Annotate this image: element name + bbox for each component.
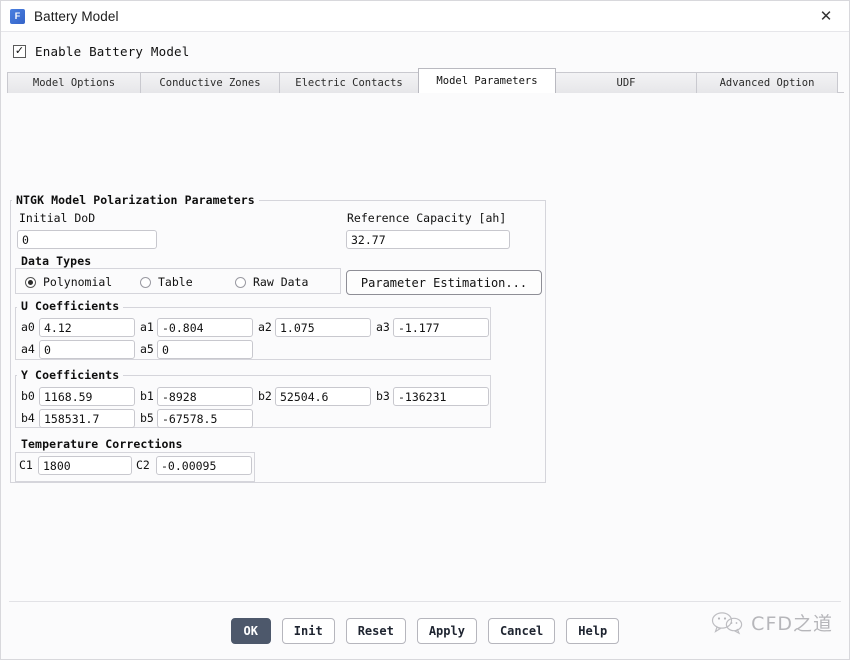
tab-bar: Model Options Conductive Zones Electric … (1, 68, 849, 93)
initial-dod-input[interactable]: 0 (17, 230, 157, 249)
u-a4-label: a4 (21, 342, 35, 356)
reset-button[interactable]: Reset (345, 618, 406, 644)
u-a5-label: a5 (140, 342, 154, 356)
radio-table-indicator[interactable] (140, 276, 151, 288)
u-a2-input[interactable]: 1.075 (275, 318, 371, 337)
radio-table[interactable]: Table (140, 275, 193, 289)
cancel-button[interactable]: Cancel (487, 618, 556, 644)
radio-raw-data[interactable]: Raw Data (235, 275, 308, 289)
tab-model-parameters[interactable]: Model Parameters (418, 68, 556, 93)
apply-button[interactable]: Apply (416, 618, 477, 644)
u-a3-input[interactable]: -1.177 (393, 318, 489, 337)
ok-button[interactable]: OK (230, 618, 271, 644)
y-b5-input[interactable]: -67578.5 (157, 409, 253, 428)
watermark-text: CFD之道 (751, 613, 833, 635)
tab-advanced-option[interactable]: Advanced Option (696, 72, 838, 93)
initial-dod-label: Initial DoD (19, 211, 96, 225)
reference-capacity-input[interactable]: 32.77 (346, 230, 510, 249)
radio-polynomial-indicator[interactable] (25, 276, 36, 288)
y-b2-input[interactable]: 52504.6 (275, 387, 371, 406)
temp-c1-label: C1 (19, 458, 33, 472)
data-types-group-title: Data Types (17, 254, 96, 268)
y-b0-input[interactable]: 1168.59 (39, 387, 135, 406)
y-b1-label: b1 (140, 389, 154, 403)
y-coefficients-group-title: Y Coefficients (17, 368, 124, 382)
ntgk-group-title: NTGK Model Polarization Parameters (12, 193, 259, 207)
reference-capacity-label: Reference Capacity [ah] (347, 211, 507, 225)
title-bar: F Battery Model ✕ (1, 1, 849, 32)
enable-battery-model-label: Enable Battery Model (35, 43, 190, 59)
radio-table-label: Table (158, 275, 193, 289)
window-title: Battery Model (34, 8, 119, 24)
y-b4-label: b4 (21, 411, 35, 425)
u-coefficients-group-title: U Coefficients (17, 299, 124, 313)
tab-udf[interactable]: UDF (555, 72, 697, 93)
temp-c2-label: C2 (136, 458, 150, 472)
u-a4-input[interactable]: 0 (39, 340, 135, 359)
y-b5-label: b5 (140, 411, 154, 425)
help-button[interactable]: Help (566, 618, 620, 644)
u-a0-label: a0 (21, 320, 35, 334)
close-icon[interactable]: ✕ (803, 1, 849, 31)
radio-polynomial[interactable]: Polynomial (25, 275, 112, 289)
tab-electric-contacts[interactable]: Electric Contacts (279, 72, 419, 93)
enable-battery-model-checkbox[interactable]: ✓ (13, 44, 26, 58)
u-a2-label: a2 (258, 320, 272, 334)
radio-raw-data-indicator[interactable] (235, 276, 246, 288)
y-b4-input[interactable]: 158531.7 (39, 409, 135, 428)
wechat-logo-icon (712, 611, 743, 635)
enable-battery-model-row[interactable]: ✓ Enable Battery Model (13, 39, 849, 63)
parameter-estimation-button[interactable]: Parameter Estimation... (346, 270, 542, 295)
u-a1-input[interactable]: -0.804 (157, 318, 253, 337)
y-b2-label: b2 (258, 389, 272, 403)
init-button[interactable]: Init (281, 618, 335, 644)
tab-conductive-zones[interactable]: Conductive Zones (140, 72, 280, 93)
fluent-f-icon: F (10, 8, 25, 24)
y-b3-input[interactable]: -136231 (393, 387, 489, 406)
radio-raw-data-label: Raw Data (253, 275, 309, 289)
tab-model-options[interactable]: Model Options (7, 72, 141, 93)
footer-button-row: OK Init Reset Apply Cancel Help (230, 618, 620, 644)
radio-polynomial-label: Polynomial (43, 275, 113, 289)
y-b1-input[interactable]: -8928 (157, 387, 253, 406)
u-a5-input[interactable]: 0 (157, 340, 253, 359)
temp-c1-input[interactable]: 1800 (38, 456, 132, 475)
u-a3-label: a3 (376, 320, 390, 334)
u-a0-input[interactable]: 4.12 (39, 318, 135, 337)
y-b0-label: b0 (21, 389, 35, 403)
battery-model-dialog: F Battery Model ✕ ✓ Enable Battery Model… (0, 0, 850, 660)
y-b3-label: b3 (376, 389, 390, 403)
watermark: CFD之道 (710, 609, 833, 636)
temp-c2-input[interactable]: -0.00095 (156, 456, 252, 475)
temperature-corrections-group-title: Temperature Corrections (17, 437, 187, 451)
u-a1-label: a1 (140, 320, 154, 334)
